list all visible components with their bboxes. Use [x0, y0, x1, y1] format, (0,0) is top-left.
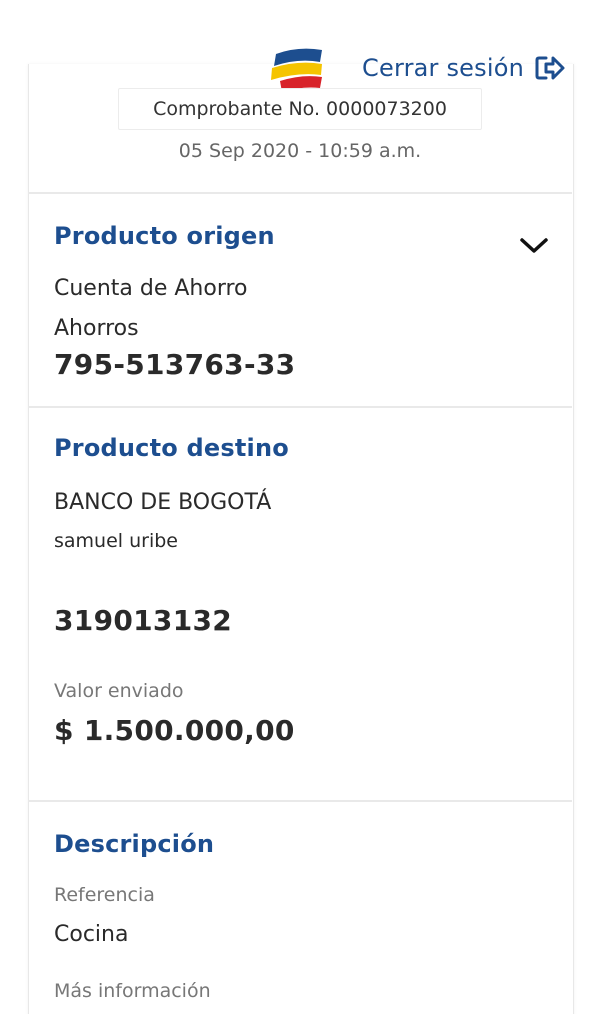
destination-holder: samuel uribe: [54, 530, 178, 552]
more-info-label: Más información: [54, 980, 211, 1002]
receipt-number: Comprobante No. 0000073200: [118, 88, 482, 130]
logout-icon: [535, 56, 565, 80]
logout-button[interactable]: Cerrar sesión: [362, 54, 566, 82]
reference-value: Cocina: [54, 922, 129, 947]
destination-section-title: Producto destino: [54, 434, 289, 462]
chevron-down-icon[interactable]: [516, 232, 552, 258]
amount-value: $ 1.500.000,00: [54, 714, 295, 747]
divider: [28, 406, 572, 408]
origin-account-type: Cuenta de Ahorro: [54, 276, 248, 301]
destination-bank: BANCO DE BOGOTÁ: [54, 490, 272, 515]
receipt-datetime: 05 Sep 2020 - 10:59 a.m.: [178, 140, 422, 162]
logout-label: Cerrar sesión: [362, 54, 524, 82]
amount-label: Valor enviado: [54, 680, 184, 702]
divider: [28, 192, 572, 194]
origin-account-number: 795-513763-33: [54, 348, 296, 381]
reference-label: Referencia: [54, 884, 155, 906]
bank-logo-icon: [271, 48, 322, 92]
transfer-receipt-page: Cerrar sesión Comprobante No. 0000073200…: [0, 0, 600, 1014]
divider: [28, 800, 572, 802]
description-section-title: Descripción: [54, 830, 215, 858]
destination-account-number: 319013132: [54, 604, 233, 637]
origin-section-title: Producto origen: [54, 222, 275, 250]
origin-account-subtype: Ahorros: [54, 316, 139, 341]
receipt-number-text: Comprobante No. 0000073200: [153, 98, 447, 120]
